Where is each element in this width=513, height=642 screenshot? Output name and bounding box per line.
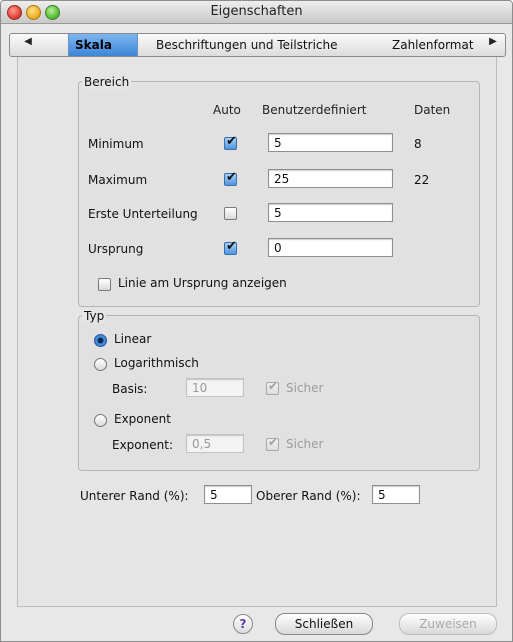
- upper-margin-input[interactable]: 5: [372, 485, 420, 504]
- exponent-radio[interactable]: [94, 414, 107, 427]
- minimum-data-value: 8: [414, 137, 422, 151]
- logarithmic-radio[interactable]: [94, 358, 107, 371]
- tab-beschriftungen[interactable]: Beschriftungen und Teilstriche: [150, 34, 343, 56]
- data-column-header: Daten: [414, 103, 451, 117]
- tab-scroll-left-icon[interactable]: ◀: [20, 36, 36, 47]
- bereich-title: Bereich: [82, 75, 132, 89]
- maximum-data-value: 22: [414, 173, 430, 187]
- origin-label: Ursprung: [88, 242, 144, 256]
- maximum-input[interactable]: 25: [268, 169, 393, 188]
- apply-button[interactable]: Zuweisen: [399, 613, 497, 635]
- help-button[interactable]: ?: [233, 614, 253, 634]
- basis-sicher-label[interactable]: Sicher: [286, 381, 323, 395]
- lower-margin-input[interactable]: 5: [204, 485, 252, 504]
- minimum-label: Minimum: [88, 137, 144, 151]
- title-bar[interactable]: Eigenschaften: [1, 1, 512, 24]
- first-division-auto-checkbox[interactable]: [224, 207, 237, 220]
- close-button[interactable]: Schließen: [275, 613, 373, 635]
- auto-column-header: Auto: [213, 103, 241, 117]
- show-origin-line-checkbox[interactable]: [98, 278, 111, 291]
- tab-content-panel: Bereich Auto Benutzerdefiniert Daten Min…: [17, 57, 497, 607]
- show-origin-line-label[interactable]: Linie am Ursprung anzeigen: [118, 276, 287, 290]
- origin-auto-checkbox[interactable]: [224, 239, 237, 255]
- linear-radio[interactable]: [94, 334, 107, 347]
- basis-input[interactable]: 10: [186, 378, 244, 397]
- basis-label: Basis:: [112, 382, 148, 396]
- origin-input[interactable]: 0: [268, 238, 393, 257]
- properties-window: Eigenschaften ◀ Skala Beschriftungen und…: [0, 0, 513, 642]
- tab-scroll-right-icon[interactable]: ▶: [485, 36, 501, 47]
- basis-sicher-checkbox[interactable]: [266, 379, 279, 395]
- upper-margin-label: Oberer Rand (%):: [256, 489, 361, 503]
- linear-label[interactable]: Linear: [114, 332, 151, 346]
- logarithmic-label[interactable]: Logarithmisch: [114, 356, 199, 370]
- tab-bar: ◀ Skala Beschriftungen und Teilstriche Z…: [9, 33, 506, 57]
- exponent-sicher-label[interactable]: Sicher: [286, 437, 323, 451]
- minimum-input[interactable]: 5: [268, 133, 393, 152]
- exponent-sicher-checkbox[interactable]: [266, 435, 279, 451]
- exponent-input[interactable]: 0,5: [186, 434, 244, 453]
- window-title: Eigenschaften: [210, 4, 303, 19]
- exponent-label: Exponent:: [112, 438, 173, 452]
- first-division-input[interactable]: 5: [268, 203, 393, 222]
- tab-skala[interactable]: Skala: [68, 34, 138, 56]
- custom-column-header: Benutzerdefiniert: [262, 103, 367, 117]
- tab-zahlenformat[interactable]: Zahlenformat: [386, 34, 480, 56]
- first-division-label: Erste Unterteilung: [88, 207, 198, 221]
- exponent-radio-label[interactable]: Exponent: [114, 412, 171, 426]
- minimum-auto-checkbox[interactable]: [224, 134, 237, 150]
- maximum-label: Maximum: [88, 173, 148, 187]
- lower-margin-label: Unterer Rand (%):: [80, 489, 189, 503]
- maximum-auto-checkbox[interactable]: [224, 170, 237, 186]
- typ-title: Typ: [82, 309, 107, 323]
